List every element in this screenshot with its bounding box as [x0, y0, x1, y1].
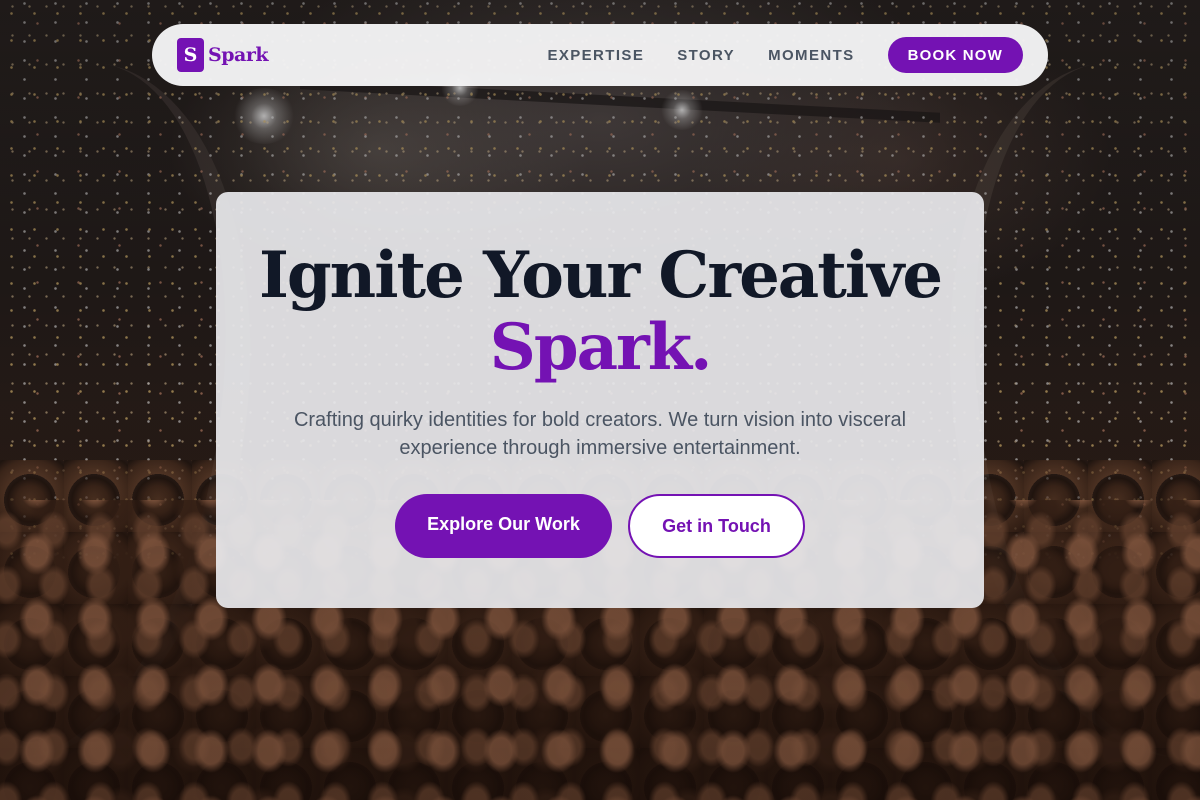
- hero-actions: Explore Our Work Get in Touch: [216, 494, 984, 558]
- nav-links: EXPERTISE STORY MOMENTS BOOK NOW: [547, 37, 1023, 73]
- hero-title: Ignite Your Creative Spark.: [216, 192, 984, 384]
- brand-name: Spark: [208, 44, 269, 66]
- brand-mark-icon: S: [177, 38, 204, 72]
- nav-link-story[interactable]: STORY: [677, 47, 735, 64]
- hero-subtitle: Crafting quirky identities for bold crea…: [293, 409, 907, 459]
- hero-card: Ignite Your Creative Spark. Crafting qui…: [216, 192, 984, 608]
- hero-title-line: Ignite Your Creative: [258, 238, 943, 313]
- book-now-button[interactable]: BOOK NOW: [887, 37, 1023, 73]
- explore-work-button[interactable]: Explore Our Work: [395, 494, 612, 558]
- get-in-touch-button[interactable]: Get in Touch: [628, 494, 805, 558]
- top-navigation: S Spark EXPERTISE STORY MOMENTS BOOK NOW: [152, 24, 1048, 86]
- nav-link-moments[interactable]: MOMENTS: [768, 47, 854, 64]
- landing-page: S Spark EXPERTISE STORY MOMENTS BOOK NOW…: [0, 0, 1200, 800]
- brand-logo-link[interactable]: S Spark: [177, 38, 269, 72]
- hero-title-accent: Spark.: [489, 310, 713, 385]
- nav-link-expertise[interactable]: EXPERTISE: [547, 47, 644, 64]
